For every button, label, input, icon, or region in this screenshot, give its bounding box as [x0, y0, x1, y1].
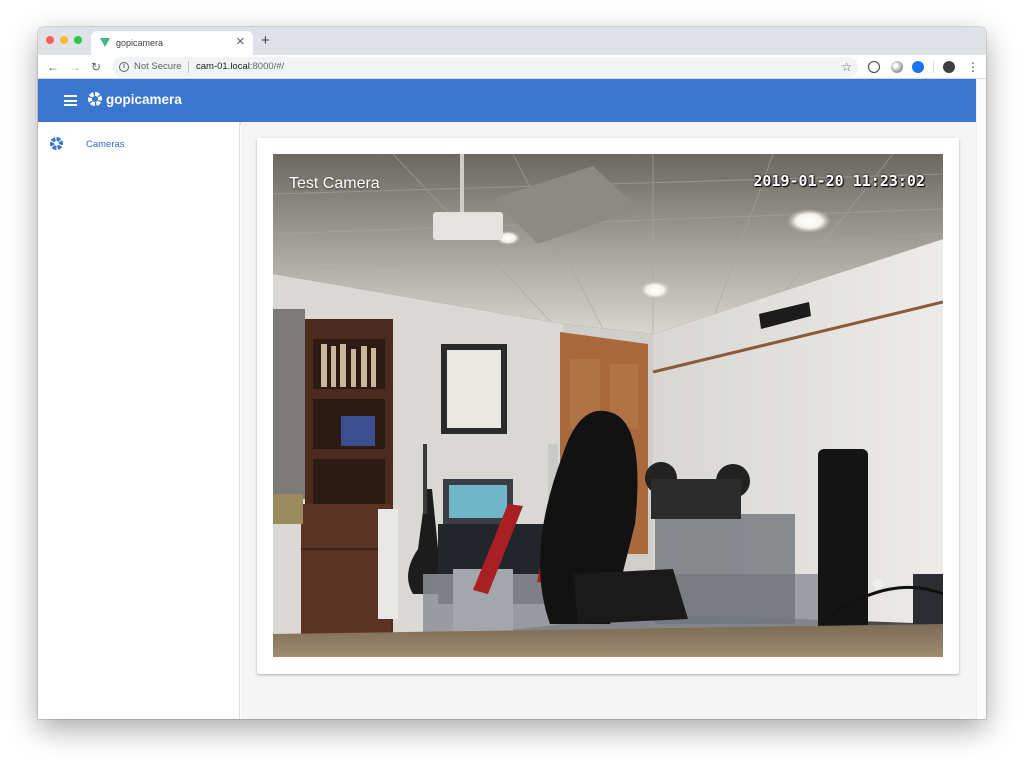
browser-tab[interactable]: gopicamera ✕: [91, 31, 253, 55]
minimize-window-button[interactable]: [60, 36, 68, 44]
profile-avatar-icon[interactable]: [943, 61, 955, 73]
url-separator: [188, 61, 189, 73]
camera-aperture-icon: [50, 137, 63, 150]
window-scroll-edge: [976, 79, 986, 719]
new-tab-icon[interactable]: +: [261, 33, 270, 49]
more-menu-icon[interactable]: ⋮: [967, 59, 979, 75]
tab-title: gopicamera: [116, 38, 164, 48]
camera-feed-image[interactable]: Test Camera 2019-01-20 11:23:02: [273, 154, 943, 657]
star-icon[interactable]: ☆: [841, 59, 852, 75]
camera-name-label: Test Camera: [289, 175, 380, 192]
toolbar-divider: [933, 61, 934, 73]
url-host: cam-01.local: [196, 61, 250, 72]
extension-icon[interactable]: [891, 61, 903, 73]
app-bar: gopicamera: [38, 79, 976, 122]
app-title: gopicamera: [106, 92, 182, 107]
address-bar[interactable]: i Not Secure cam-01.local:8000/#/ ☆: [112, 57, 858, 77]
extension-search-icon[interactable]: [912, 61, 924, 73]
vue-logo-icon: [100, 38, 110, 47]
browser-toolbar: ← → ↻ i Not Secure cam-01.local:8000/#/ …: [38, 55, 986, 79]
browser-window: gopicamera ✕ + ← → ↻ i Not Secure cam-01…: [38, 27, 986, 719]
reload-icon[interactable]: ↻: [91, 59, 101, 75]
zoom-window-button[interactable]: [74, 36, 82, 44]
camera-aperture-icon: [88, 92, 102, 106]
hamburger-menu-icon[interactable]: [64, 95, 77, 106]
forward-arrow-icon[interactable]: →: [69, 59, 81, 75]
url-text[interactable]: cam-01.local:8000/#/: [196, 61, 284, 72]
close-tab-icon[interactable]: ✕: [236, 36, 245, 48]
security-label: Not Secure: [134, 61, 182, 72]
camera-feed-scene: [273, 154, 943, 657]
close-window-button[interactable]: [46, 36, 54, 44]
sidebar-item-label: Cameras: [86, 139, 125, 150]
main-content: Test Camera 2019-01-20 11:23:02: [241, 122, 976, 719]
back-arrow-icon[interactable]: ←: [47, 59, 59, 75]
tab-strip: gopicamera ✕ +: [38, 27, 986, 55]
extension-1password-icon[interactable]: [868, 61, 880, 73]
url-path: :8000/#/: [249, 61, 285, 72]
sidebar: Cameras: [38, 122, 240, 719]
info-icon[interactable]: i: [119, 62, 129, 72]
sidebar-item-cameras[interactable]: Cameras: [38, 130, 240, 158]
camera-timestamp: 2019-01-20 11:23:02: [753, 172, 925, 190]
camera-card: Test Camera 2019-01-20 11:23:02: [257, 138, 959, 674]
